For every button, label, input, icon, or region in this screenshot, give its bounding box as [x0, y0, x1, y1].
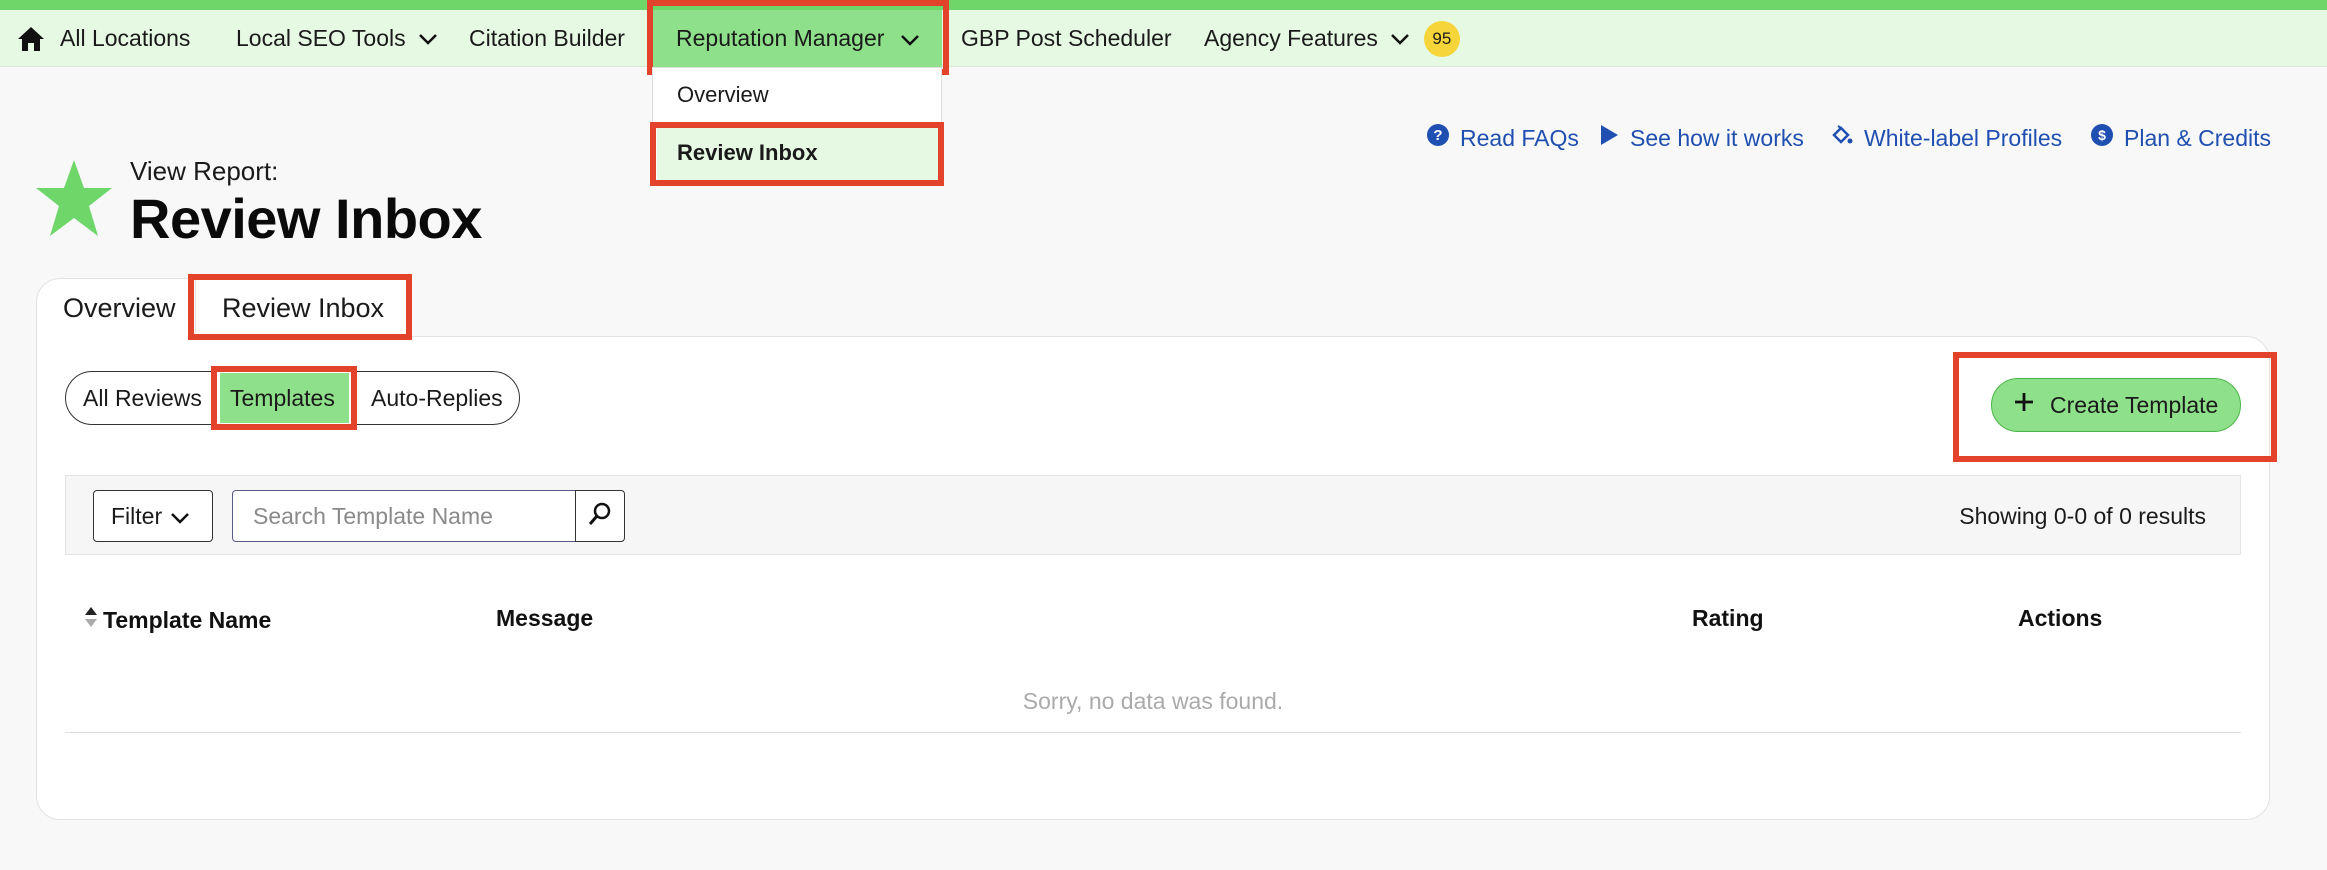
table-toolbar: Filter Showing 0-0 of 0 results — [65, 475, 2241, 555]
highlight-box — [647, 0, 949, 75]
column-header-rating: Rating — [1692, 605, 1764, 631]
dollar-circle-icon: $ — [2090, 123, 2124, 153]
chevron-down-icon — [1390, 33, 1410, 45]
highlight-box — [188, 274, 412, 340]
see-how-label: See how it works — [1630, 124, 1804, 151]
white-label-profiles-link[interactable]: White-label Profiles — [1830, 118, 2062, 158]
table-divider — [65, 732, 2241, 733]
tab-overview[interactable]: Overview — [36, 278, 196, 338]
svg-text:?: ? — [1433, 127, 1442, 144]
sort-icon — [83, 605, 99, 635]
column-header-template-name[interactable]: Template Name — [83, 605, 271, 635]
column-header-message: Message — [496, 605, 594, 631]
search-icon — [587, 501, 613, 532]
notification-badge: 95 — [1423, 20, 1460, 57]
nav-all-locations[interactable]: All Locations — [16, 10, 190, 67]
nav-citation-builder[interactable]: Citation Builder — [469, 10, 625, 67]
search-template-input[interactable] — [232, 490, 576, 542]
template-name-label: Template Name — [103, 606, 272, 633]
plan-credits-link[interactable]: $ Plan & Credits — [2090, 118, 2271, 158]
see-how-it-works-link[interactable]: See how it works — [1598, 118, 1804, 158]
nav-all-locations-label: All Locations — [60, 25, 191, 51]
nav-gbp-label: GBP Post Scheduler — [961, 25, 1172, 51]
white-label-label: White-label Profiles — [1864, 124, 2063, 151]
nav-local-seo-label: Local SEO Tools — [236, 25, 406, 51]
highlight-box — [211, 366, 357, 430]
search-button[interactable] — [575, 490, 625, 542]
nav-local-seo-tools[interactable]: Local SEO Tools — [236, 10, 438, 67]
chevron-down-icon — [162, 503, 190, 530]
read-faqs-label: Read FAQs — [1460, 124, 1579, 151]
read-faqs-link[interactable]: ? Read FAQs — [1426, 118, 1579, 158]
nav-agency-label: Agency Features — [1204, 25, 1378, 51]
highlight-box — [650, 122, 944, 186]
svg-text:$: $ — [2098, 127, 2106, 143]
empty-state-message: Sorry, no data was found. — [1022, 688, 1284, 714]
top-navbar: All Locations Local SEO Tools Citation B… — [0, 10, 2327, 67]
chevron-down-icon — [418, 33, 438, 45]
result-count: Showing 0-0 of 0 results — [1959, 502, 2206, 529]
star-icon — [34, 158, 114, 243]
question-circle-icon: ? — [1426, 123, 1460, 153]
play-icon — [1598, 123, 1630, 153]
plan-credits-label: Plan & Credits — [2124, 124, 2272, 151]
page-subtitle: View Report: — [130, 156, 279, 186]
nav-gbp-post-scheduler[interactable]: GBP Post Scheduler — [961, 10, 1172, 67]
home-icon — [16, 25, 46, 53]
filter-button[interactable]: Filter — [93, 490, 213, 542]
highlight-box — [1953, 352, 2277, 462]
top-accent-bar — [0, 0, 2327, 10]
nav-agency-features[interactable]: Agency Features 95 — [1204, 10, 1460, 67]
page-title: Review Inbox — [130, 187, 482, 250]
filter-label: Filter — [111, 502, 163, 529]
nav-citation-label: Citation Builder — [469, 25, 625, 51]
segment-all-reviews[interactable]: All Reviews — [83, 373, 202, 424]
paint-bucket-icon — [1830, 123, 1864, 153]
dropdown-item-overview[interactable]: Overview — [677, 82, 769, 108]
segment-auto-replies[interactable]: Auto-Replies — [371, 373, 503, 424]
column-header-actions: Actions — [2018, 605, 2103, 631]
